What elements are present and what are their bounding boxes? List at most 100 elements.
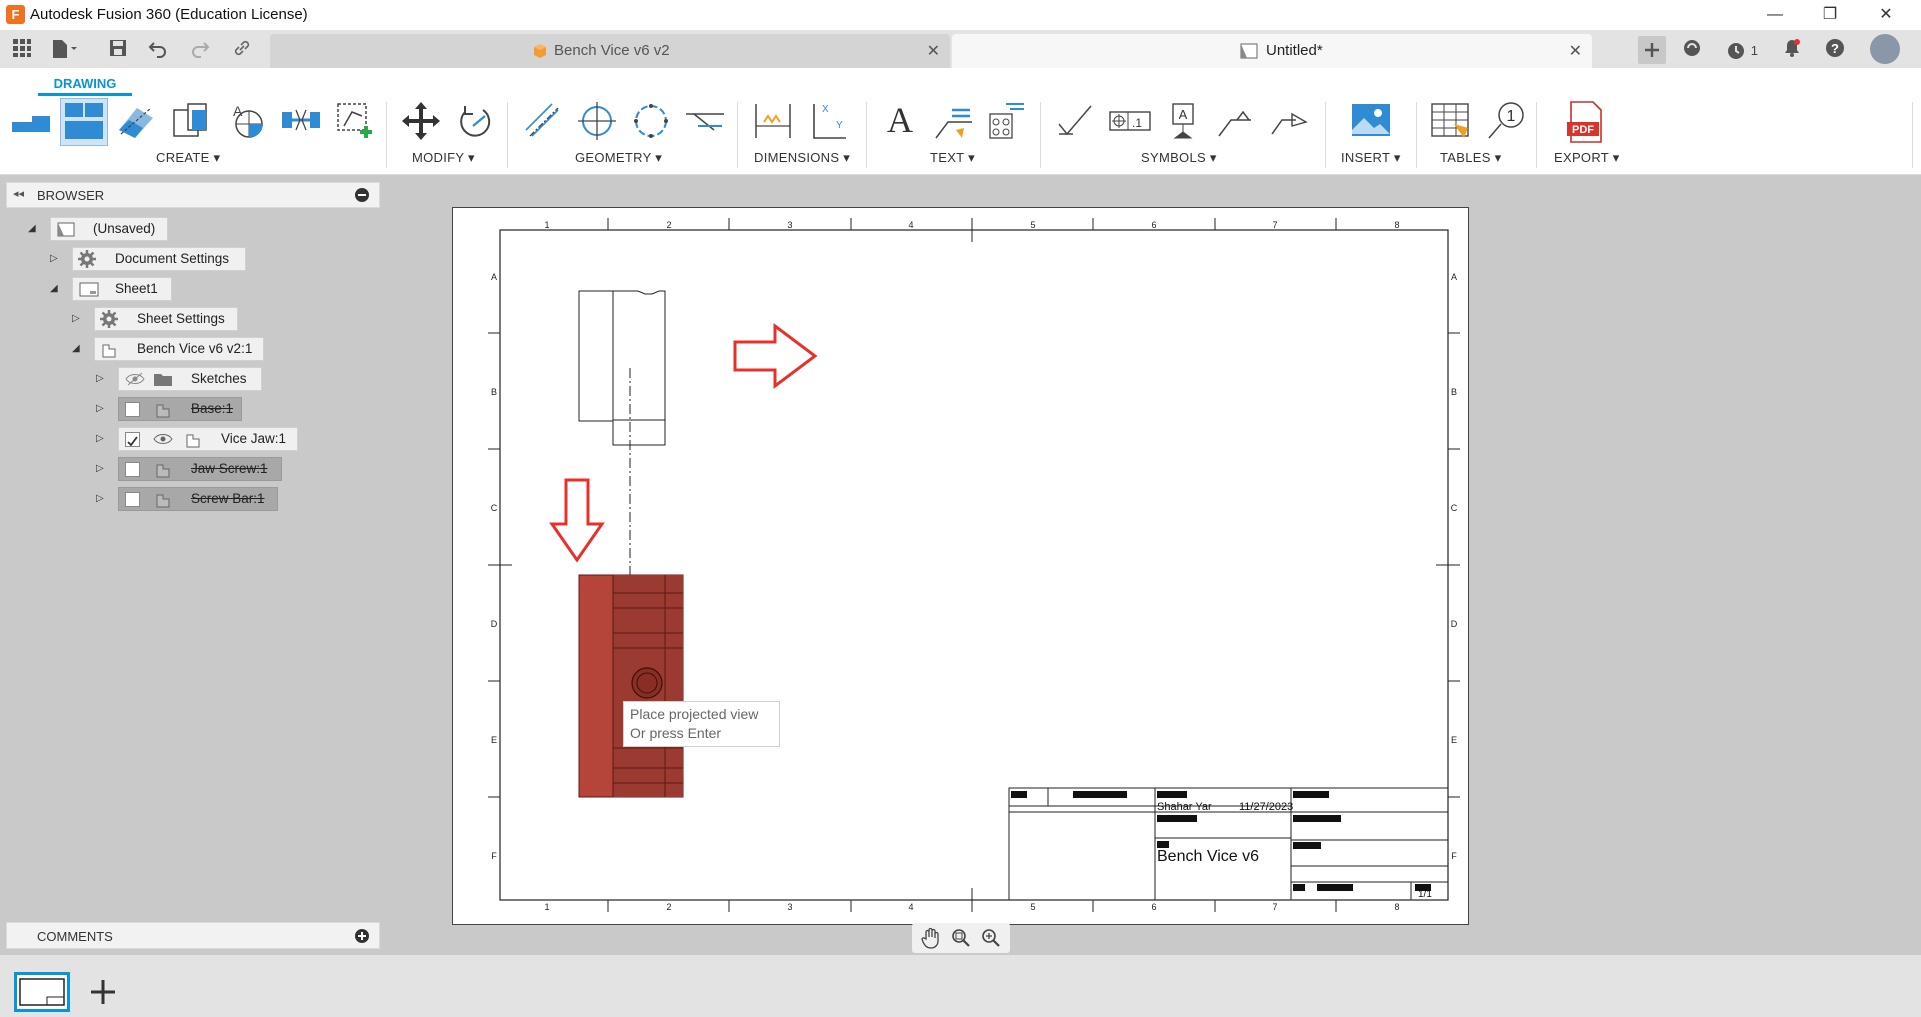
break-view-icon[interactable]: A xyxy=(225,100,265,140)
feature-control-frame-icon[interactable]: .1 xyxy=(1108,100,1152,140)
document-tab-bar: Bench Vice v6 v2 ✕ Untitled* ✕ 1 ? xyxy=(0,30,1921,68)
tab-bench-vice[interactable]: Bench Vice v6 v2 ✕ xyxy=(270,34,950,68)
weld-symbol-icon[interactable] xyxy=(1215,100,1255,140)
user-avatar[interactable] xyxy=(1870,34,1900,64)
redo-icon[interactable] xyxy=(188,38,212,62)
expand-toggle-icon[interactable]: ▷ xyxy=(96,373,108,385)
dimension-icon[interactable] xyxy=(752,100,792,140)
job-status-icon[interactable]: 1 xyxy=(1722,38,1762,62)
link-icon[interactable] xyxy=(230,38,254,62)
browser-item-root[interactable]: (Unsaved) xyxy=(50,217,168,241)
text-menu[interactable]: TEXT ▾ xyxy=(930,150,975,166)
browser-item-sketches[interactable]: Sketches xyxy=(118,367,262,391)
row-label: D xyxy=(491,619,498,629)
modify-menu[interactable]: MODIFY ▾ xyxy=(412,150,475,166)
insert-image-icon[interactable] xyxy=(1350,100,1390,140)
move-icon[interactable] xyxy=(400,100,440,140)
visibility-checkbox-checked[interactable] xyxy=(125,432,140,447)
close-window-button[interactable]: ✕ xyxy=(1866,2,1906,28)
tab-untitled[interactable]: Untitled* ✕ xyxy=(952,34,1592,68)
minimize-button[interactable]: — xyxy=(1755,2,1795,28)
symbols-menu[interactable]: SYMBOLS ▾ xyxy=(1141,150,1217,166)
expand-toggle-icon[interactable]: ▷ xyxy=(96,463,108,475)
help-icon[interactable]: ? xyxy=(1823,38,1847,62)
restore-button[interactable]: ❐ xyxy=(1810,2,1850,28)
edge-extension-icon[interactable] xyxy=(684,100,724,140)
comments-panel[interactable]: COMMENTS xyxy=(6,922,380,949)
pan-hand-icon[interactable] xyxy=(920,927,942,954)
drawing-sheet[interactable]: 1 2 3 4 5 6 7 8 1 2 3 4 5 6 7 8 A B C D … xyxy=(452,207,1469,925)
row-label: F xyxy=(1451,851,1457,861)
taper-slope-icon[interactable] xyxy=(1268,100,1308,140)
browser-item-jaw-screw[interactable]: Jaw Screw:1 xyxy=(118,457,282,481)
zoom-window-icon[interactable] xyxy=(950,927,972,954)
ordinate-dimension-icon[interactable]: XY xyxy=(806,100,846,140)
surface-texture-icon[interactable] xyxy=(1055,100,1095,140)
expand-toggle-icon[interactable]: ▷ xyxy=(96,493,108,505)
hidden-eye-icon[interactable] xyxy=(125,371,145,394)
datum-identifier-icon[interactable]: A xyxy=(1163,100,1203,140)
browser-panel-header[interactable]: ◂◂ BROWSER xyxy=(6,182,380,208)
title-block xyxy=(1008,787,1449,901)
browser-item-base[interactable]: Base:1 xyxy=(118,397,242,421)
visibility-checkbox[interactable] xyxy=(125,462,140,477)
zoom-icon[interactable] xyxy=(980,927,1002,954)
browser-item-sheet1[interactable]: Sheet1 xyxy=(72,277,172,301)
save-icon[interactable] xyxy=(106,38,130,62)
new-tab-button[interactable] xyxy=(1638,36,1666,64)
tab-drawing-workspace[interactable]: DRAWING xyxy=(38,74,132,96)
expand-toggle-icon[interactable]: ▷ xyxy=(72,313,84,325)
browser-item-screw-bar[interactable]: Screw Bar:1 xyxy=(118,487,278,511)
insert-menu[interactable]: INSERT ▾ xyxy=(1341,150,1401,166)
create-menu[interactable]: CREATE ▾ xyxy=(156,150,220,166)
detail-view-icon[interactable] xyxy=(170,100,210,140)
browser-item-sheet-settings[interactable]: Sheet Settings xyxy=(94,307,238,331)
visibility-checkbox[interactable] xyxy=(125,492,140,507)
export-menu[interactable]: EXPORT ▾ xyxy=(1554,150,1620,166)
sheet-thumbnail[interactable] xyxy=(14,972,70,1012)
collapse-panel-icon[interactable]: ◂◂ xyxy=(13,187,24,200)
text-tool-icon[interactable]: A xyxy=(880,100,920,140)
table-icon[interactable] xyxy=(1430,100,1470,140)
center-mark-icon[interactable] xyxy=(576,100,616,140)
sheet-canvas[interactable]: 1 2 3 4 5 6 7 8 1 2 3 4 5 6 7 8 A B C D … xyxy=(453,208,1470,926)
centerline-icon[interactable] xyxy=(522,100,562,140)
close-tab-icon[interactable]: ✕ xyxy=(1569,41,1582,61)
base-view-icon[interactable] xyxy=(10,100,50,140)
rotate-icon[interactable] xyxy=(453,100,493,140)
notifications-bell-icon[interactable] xyxy=(1780,38,1804,62)
crop-view-icon[interactable] xyxy=(280,100,320,140)
expand-toggle-icon[interactable]: ◢ xyxy=(50,283,62,295)
visibility-checkbox[interactable] xyxy=(125,402,140,417)
note-icon[interactable] xyxy=(984,100,1024,140)
svg-text:A: A xyxy=(1179,107,1188,122)
projected-view-preview[interactable] xyxy=(578,290,666,448)
dimensions-menu[interactable]: DIMENSIONS ▾ xyxy=(754,150,850,166)
add-sheet-button[interactable] xyxy=(88,977,118,1012)
export-pdf-icon[interactable]: PDF xyxy=(1565,100,1605,143)
leader-text-icon[interactable] xyxy=(932,100,972,140)
undo-icon[interactable] xyxy=(146,38,170,62)
add-comment-icon[interactable] xyxy=(355,929,369,943)
sketch-crop-icon[interactable] xyxy=(334,100,374,140)
browser-minimize-icon[interactable] xyxy=(355,188,369,202)
close-tab-icon[interactable]: ✕ xyxy=(927,41,940,61)
balloon-icon[interactable]: 1 xyxy=(1485,100,1525,140)
section-view-icon[interactable] xyxy=(115,100,155,140)
eye-icon[interactable] xyxy=(153,431,173,454)
browser-item-vice-jaw[interactable]: Vice Jaw:1 xyxy=(118,427,298,451)
app-grid-icon[interactable] xyxy=(10,38,34,62)
browser-item-document-settings[interactable]: Document Settings xyxy=(72,247,246,271)
extensions-icon[interactable] xyxy=(1680,38,1704,62)
projected-view-icon[interactable] xyxy=(60,98,108,146)
tables-menu[interactable]: TABLES ▾ xyxy=(1440,150,1501,166)
file-menu-icon[interactable] xyxy=(50,38,77,62)
center-mark-pattern-icon[interactable] xyxy=(630,100,670,140)
expand-toggle-icon[interactable]: ▷ xyxy=(50,253,62,265)
expand-toggle-icon[interactable]: ▷ xyxy=(96,433,108,445)
geometry-menu[interactable]: GEOMETRY ▾ xyxy=(575,150,662,166)
expand-toggle-icon[interactable]: ◢ xyxy=(72,343,84,355)
expand-toggle-icon[interactable]: ◢ xyxy=(28,223,40,235)
expand-toggle-icon[interactable]: ▷ xyxy=(96,403,108,415)
browser-item-bench-vice-view[interactable]: Bench Vice v6 v2:1 xyxy=(94,337,264,361)
